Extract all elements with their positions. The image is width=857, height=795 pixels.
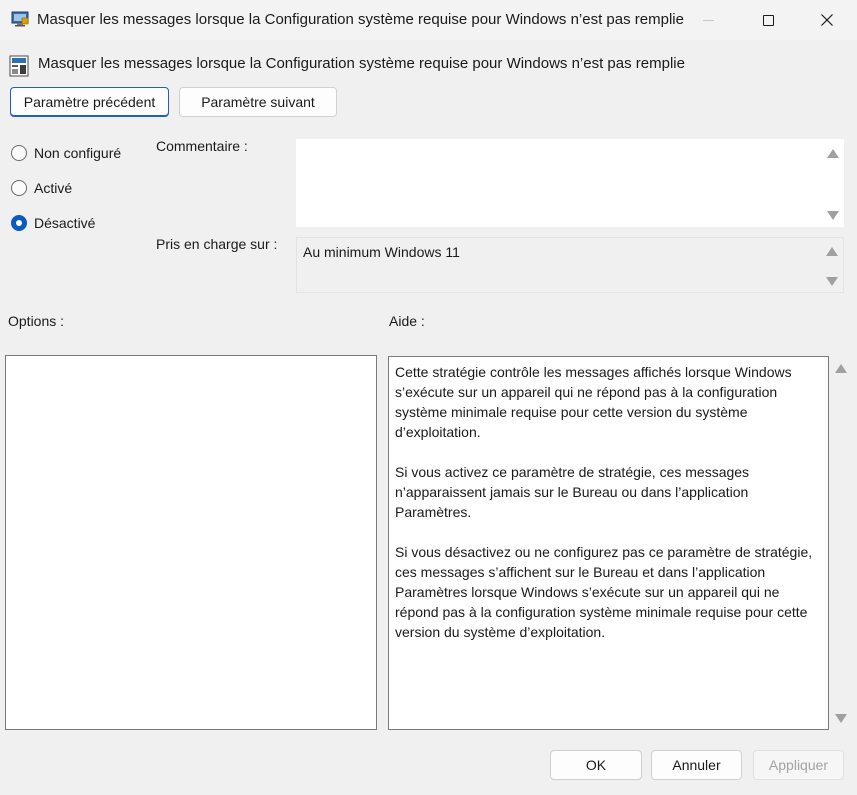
radio-label: Désactivé [34, 215, 96, 231]
previous-setting-button[interactable]: Paramètre précédent [10, 87, 169, 117]
radio-label: Non configuré [34, 145, 122, 161]
apply-button[interactable]: Appliquer [753, 750, 844, 780]
options-label: Options : [8, 313, 65, 329]
maximize-button[interactable] [738, 0, 798, 40]
scroll-up-icon[interactable] [826, 247, 838, 256]
help-scrollbar[interactable] [830, 356, 852, 730]
minimize-button[interactable] [678, 0, 738, 40]
scroll-down-icon[interactable] [827, 211, 839, 220]
comment-scrollbar[interactable] [822, 139, 844, 227]
help-paragraph: Cette stratégie contrôle les messages af… [395, 364, 792, 440]
scroll-down-icon[interactable] [835, 714, 847, 723]
policy-setting-icon [9, 55, 29, 77]
scroll-down-icon[interactable] [826, 277, 838, 286]
scroll-up-icon[interactable] [827, 149, 839, 158]
next-setting-button[interactable]: Paramètre suivant [179, 87, 337, 117]
maximize-icon [762, 14, 774, 26]
scroll-up-icon[interactable] [835, 364, 847, 373]
title-bar[interactable]: Masquer les messages lorsque la Configur… [0, 0, 857, 40]
radio-circle[interactable] [11, 180, 27, 196]
help-paragraph: Si vous activez ce paramètre de stratégi… [395, 464, 750, 520]
comment-label: Commentaire : [156, 138, 248, 154]
radio-not-configured[interactable]: Non configuré [11, 143, 121, 163]
supported-scrollbar[interactable] [821, 238, 843, 292]
supported-on-field: Au minimum Windows 11 [296, 237, 844, 293]
help-text: Cette stratégie contrôle les messages af… [395, 362, 822, 662]
window-title: Masquer les messages lorsque la Configur… [37, 11, 684, 28]
radio-disabled[interactable]: Désactivé [11, 213, 95, 233]
options-panel[interactable] [5, 355, 377, 730]
radio-circle[interactable] [11, 215, 27, 231]
supported-on-label: Pris en charge sur : [156, 236, 278, 252]
supported-on-value: Au minimum Windows 11 [303, 244, 460, 260]
help-panel[interactable]: Cette stratégie contrôle les messages af… [388, 356, 829, 730]
help-paragraph: Si vous désactivez ou ne configurez pas … [395, 544, 813, 640]
radio-enabled[interactable]: Activé [11, 178, 72, 198]
close-button[interactable] [797, 0, 857, 40]
comment-textarea[interactable] [296, 139, 844, 227]
close-icon [821, 14, 833, 26]
help-label: Aide : [389, 313, 425, 329]
radio-label: Activé [34, 180, 73, 196]
ok-button[interactable]: OK [550, 750, 642, 780]
minimize-icon [702, 19, 714, 21]
cancel-button[interactable]: Annuler [651, 750, 742, 780]
radio-circle[interactable] [11, 145, 27, 161]
policy-title: Masquer les messages lorsque la Configur… [38, 55, 685, 72]
policy-app-icon [11, 11, 29, 27]
